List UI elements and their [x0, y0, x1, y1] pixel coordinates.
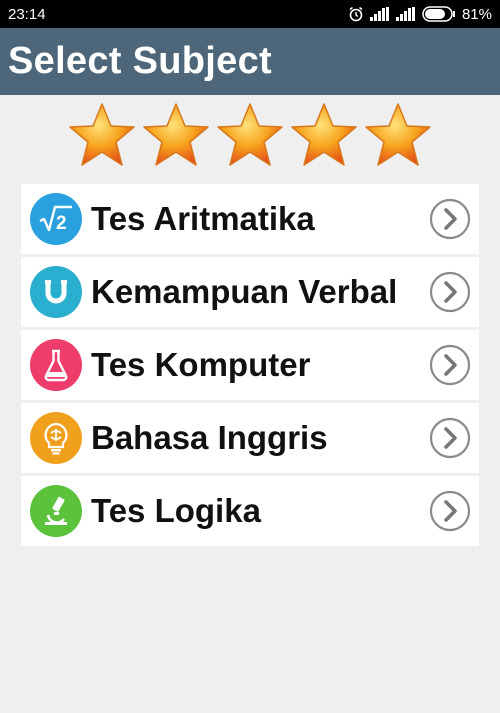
status-icons: 81% — [348, 6, 492, 23]
status-time: 23:14 — [8, 5, 46, 23]
app-bar: Select Subject — [0, 28, 500, 95]
brain-bulb-icon — [30, 412, 82, 464]
magnet-icon — [30, 266, 82, 318]
signal-icon — [395, 7, 416, 21]
chevron-right-icon[interactable] — [429, 417, 471, 459]
subject-item-tes-logika[interactable]: Tes Logika — [21, 476, 479, 546]
subject-item-tes-aritmatika[interactable]: 2 Tes Aritmatika — [21, 184, 479, 254]
subject-label: Bahasa Inggris — [91, 419, 328, 456]
square-root-icon: 2 — [30, 193, 82, 245]
star-icon — [363, 100, 433, 180]
microscope-icon — [30, 485, 82, 537]
status-bar: 23:14 81% — [0, 0, 500, 28]
flask-icon — [30, 339, 82, 391]
chevron-right-icon[interactable] — [429, 271, 471, 313]
subject-label: Tes Komputer — [91, 346, 311, 383]
subject-list: 2 Tes Aritmatika Kemampuan Verbal Tes Ko… — [21, 184, 479, 549]
subject-label: Tes Aritmatika — [91, 200, 315, 237]
chevron-right-icon[interactable] — [429, 198, 471, 240]
battery-icon — [422, 6, 456, 22]
signal-icon — [369, 7, 390, 21]
chevron-right-icon[interactable] — [429, 344, 471, 386]
subject-item-bahasa-inggris[interactable]: Bahasa Inggris — [21, 403, 479, 473]
star-icon — [289, 100, 359, 180]
star-icon — [215, 100, 285, 180]
star-icon — [67, 100, 137, 180]
subject-label: Tes Logika — [91, 492, 261, 529]
star-rating — [0, 100, 500, 180]
subject-item-kemampuan-verbal[interactable]: Kemampuan Verbal — [21, 257, 479, 327]
chevron-right-icon[interactable] — [429, 490, 471, 532]
alarm-icon — [348, 6, 364, 22]
page-title: Select Subject — [8, 40, 272, 82]
subject-label: Kemampuan Verbal — [91, 273, 398, 310]
subject-item-tes-komputer[interactable]: Tes Komputer — [21, 330, 479, 400]
svg-text:2: 2 — [56, 213, 67, 234]
star-icon — [141, 100, 211, 180]
battery-percent: 81% — [461, 5, 492, 23]
